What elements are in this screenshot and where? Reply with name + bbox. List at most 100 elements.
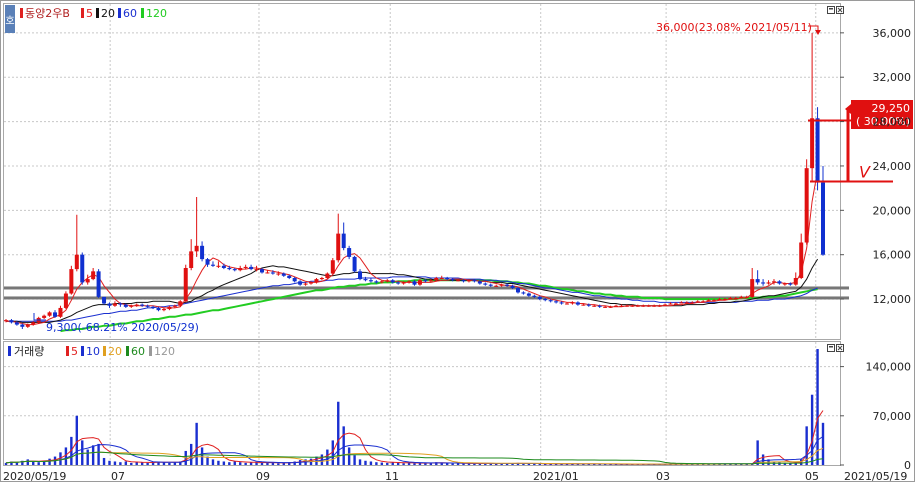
candle-body	[488, 284, 493, 286]
candle-body	[151, 306, 156, 308]
candle-body	[445, 277, 450, 280]
volume-bar	[342, 426, 345, 465]
volume-bar	[108, 460, 111, 465]
volume-bar	[413, 463, 416, 465]
candle-body	[815, 118, 820, 183]
price-tick-label: 32,000	[873, 71, 912, 84]
candle-body	[232, 269, 237, 271]
candle-body	[358, 271, 363, 280]
candle-body	[657, 305, 662, 307]
candle-body	[194, 245, 199, 252]
legend-ma5-swatch	[81, 8, 84, 18]
volume-legend-swatch	[8, 346, 11, 356]
candle-body	[619, 305, 624, 307]
candle-body	[270, 272, 275, 274]
candle-body	[635, 305, 640, 307]
candle-body	[434, 277, 439, 281]
candle-body	[624, 305, 629, 307]
volume-bar	[445, 463, 449, 465]
vlegend-ma60-label: 60	[131, 345, 145, 358]
x-label-nov: 11	[385, 470, 399, 482]
candle-body	[25, 324, 30, 327]
volume-panel-maximize-icon[interactable]	[827, 344, 835, 352]
volume-bar	[260, 462, 264, 465]
candle-body	[663, 304, 668, 306]
price-panel-maximize-icon-bar	[829, 8, 833, 10]
x-label-sep: 09	[256, 470, 270, 482]
candle-body	[412, 281, 417, 285]
volume-bar	[211, 459, 215, 465]
x-label-mar: 03	[656, 470, 670, 482]
x-label-start: 2020/05/19	[3, 470, 66, 482]
candle-body	[363, 279, 368, 281]
candle-body	[804, 168, 809, 243]
candle-body	[249, 266, 254, 270]
volume-bar	[239, 462, 242, 465]
price-tick-label: 28,000	[873, 116, 912, 129]
candle-body	[799, 242, 804, 278]
candle-body	[592, 305, 597, 307]
price-tick-label: 20,000	[873, 204, 912, 217]
volume-bar	[173, 462, 177, 465]
volume-bar	[48, 458, 51, 465]
candle-body	[712, 300, 717, 302]
candle-body	[439, 277, 444, 279]
candle-body	[31, 322, 36, 325]
vlegend-ma120-swatch	[149, 346, 152, 356]
candle-body	[450, 279, 455, 281]
volume-bar	[810, 394, 814, 465]
candle-body	[118, 303, 123, 305]
price-legend-swatch	[20, 8, 23, 18]
vlegend-ma10-swatch	[81, 346, 84, 356]
candle-body	[401, 282, 406, 284]
candle-body	[532, 295, 537, 297]
candle-body	[129, 305, 134, 307]
volume-bar	[86, 449, 89, 465]
candle-body	[554, 301, 559, 303]
candle-body	[477, 281, 482, 284]
volume-bar	[119, 462, 122, 465]
volume-bar	[364, 460, 367, 465]
candle-body	[259, 269, 264, 273]
volume-bar	[124, 461, 128, 465]
volume-bar	[64, 447, 68, 465]
candle-body	[646, 305, 651, 307]
candle-body	[309, 282, 314, 284]
candle-body	[766, 282, 771, 284]
vlegend-ma20-label: 20	[108, 345, 122, 358]
x-label-end: 2021/05/19	[844, 470, 907, 482]
candle-body	[303, 283, 308, 285]
candle-body	[281, 273, 286, 276]
vlegend-ma10-label: 10	[86, 345, 100, 358]
candle-body	[134, 304, 139, 306]
candle-body	[684, 302, 689, 304]
price-panel-maximize-icon[interactable]	[827, 6, 835, 14]
stock-chart[interactable]: 호 동양2우B 5 20 60 120 거래량 5 10 20 60 120 3…	[0, 0, 915, 482]
candle-body	[85, 279, 90, 283]
candle-body	[53, 312, 58, 317]
volume-bar	[32, 461, 35, 465]
volume-bar	[244, 462, 247, 465]
candle-body	[548, 300, 553, 302]
legend-ma120-label: 120	[146, 7, 167, 20]
volume-panel-frame	[3, 341, 841, 466]
high-annotation: 36,000(23.08% 2021/05/11)	[656, 21, 812, 34]
legend-ma120-swatch	[141, 8, 144, 18]
candle-body	[788, 283, 793, 285]
candle-body	[140, 304, 145, 306]
candle-body	[325, 273, 330, 278]
volume-bar	[75, 415, 79, 465]
candle-body	[227, 268, 232, 270]
candle-body	[178, 301, 183, 306]
candle-body	[793, 277, 798, 285]
vlegend-ma120-label: 120	[154, 345, 175, 358]
candle-body	[352, 256, 357, 272]
candle-body	[690, 302, 695, 304]
candle-body	[543, 299, 548, 301]
candle-body	[47, 312, 52, 316]
volume-bar	[233, 461, 236, 465]
candle-body	[216, 265, 221, 267]
volume-bar	[146, 462, 149, 465]
v-mark-text: V	[859, 162, 871, 181]
candle-body	[396, 282, 401, 284]
